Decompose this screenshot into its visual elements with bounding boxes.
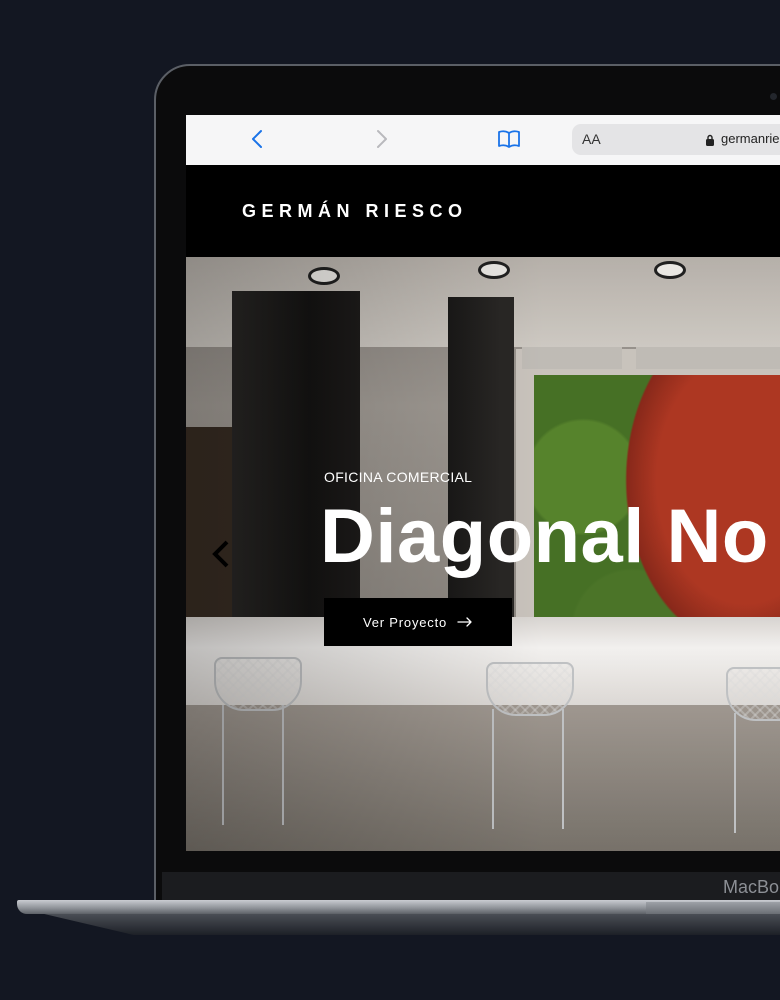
arrow-right-icon	[457, 615, 473, 630]
brand-logo-text[interactable]: GERMÁN RIESCO	[242, 201, 468, 222]
ver-proyecto-button[interactable]: Ver Proyecto	[324, 598, 512, 646]
laptop-chin	[162, 872, 780, 902]
bookmarks-book-icon[interactable]	[497, 129, 521, 154]
laptop-base-shadow	[40, 913, 780, 935]
prev-slide-arrow[interactable]	[210, 539, 232, 574]
reader-aa-button[interactable]: AA	[582, 131, 601, 147]
browser-toolbar: AA germanrie	[186, 115, 780, 166]
address-bar[interactable]: AA germanrie	[572, 124, 780, 155]
lock-icon	[705, 133, 715, 151]
hero-title: Diagonal No	[320, 494, 769, 579]
chevron-right-icon[interactable]	[375, 128, 389, 155]
hero-section: OFICINA COMERCIAL Diagonal No Ver Proyec…	[186, 257, 780, 851]
chevron-left-icon[interactable]	[250, 128, 264, 155]
camera-dot	[770, 93, 777, 100]
url-text: germanrie	[721, 131, 780, 146]
site-header: GERMÁN RIESCO	[186, 165, 780, 257]
laptop-hinge-notch	[646, 902, 780, 914]
hero-eyebrow: OFICINA COMERCIAL	[324, 469, 473, 485]
cta-label: Ver Proyecto	[362, 614, 448, 630]
stage: AA germanrie GERMÁN RIESCO OFICINA COMER…	[0, 0, 780, 1000]
device-label: MacBo	[723, 877, 780, 897]
laptop-screen: AA germanrie GERMÁN RIESCO OFICINA COMER…	[186, 115, 780, 851]
